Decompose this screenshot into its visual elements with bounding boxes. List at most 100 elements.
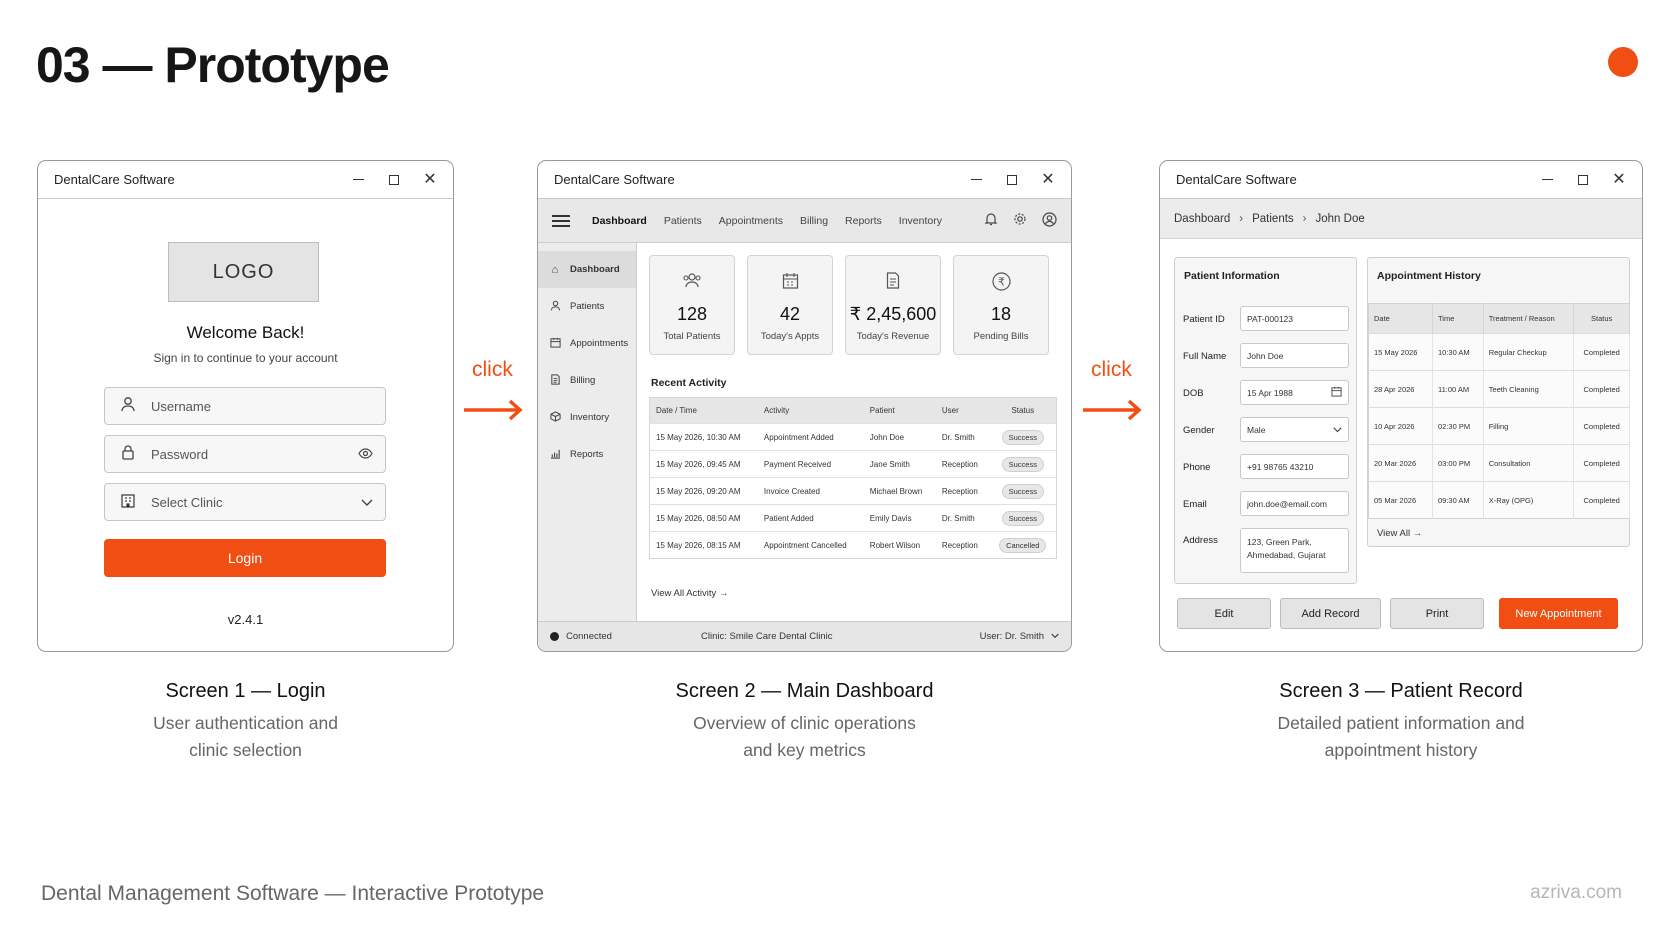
eye-icon[interactable] [358, 447, 373, 462]
email-field[interactable]: john.doe@email.com [1240, 491, 1349, 516]
metric-label: Total Patients [663, 331, 721, 342]
chevron-down-icon [361, 495, 373, 510]
metric-label: Pending Bills [973, 331, 1029, 342]
view-all-activity-link[interactable]: View All Activity → [651, 588, 728, 599]
svg-text:₹: ₹ [998, 276, 1005, 289]
cell-user: Reception [935, 450, 990, 478]
caption-line: User authentication and [153, 713, 338, 733]
full-name-field[interactable]: John Doe [1240, 343, 1349, 368]
table-row[interactable]: 10 Apr 2026 02:30 PM Filling Completed [1368, 407, 1630, 445]
close-icon[interactable]: ✕ [1041, 171, 1055, 187]
table-row[interactable]: 15 May 2026, 08:15 AM Appointment Cancel… [649, 531, 1057, 559]
chevron-right-icon: › [1302, 212, 1307, 225]
maximize-icon[interactable] [1576, 173, 1590, 187]
maximize-icon[interactable] [387, 173, 401, 187]
cell-patient: Jane Smith [863, 450, 936, 478]
table-row[interactable]: 05 Mar 2026 09:30 AM X-Ray (OPG) Complet… [1368, 481, 1630, 519]
metric-card[interactable]: ₹ 2,45,600 Today's Revenue [845, 255, 941, 355]
view-all-link[interactable]: View All → [1377, 528, 1422, 539]
table-row[interactable]: 15 May 2026, 08:50 AM Patient Added Emil… [649, 504, 1057, 532]
table-row[interactable]: 15 May 2026, 09:45 AM Payment Received J… [649, 450, 1057, 478]
gender-select[interactable]: Male [1240, 417, 1349, 442]
edit-button[interactable]: Edit [1177, 598, 1271, 629]
cell-status: Completed [1573, 370, 1630, 408]
table-row[interactable]: 15 May 2026 10:30 AM Regular Checkup Com… [1368, 333, 1630, 371]
username-input[interactable]: Username [104, 387, 386, 425]
arrow-right-icon: → [1412, 528, 1423, 539]
cell-activity: Invoice Created [757, 477, 864, 505]
metric-card[interactable]: 128 Total Patients [649, 255, 735, 355]
table-row[interactable]: 15 May 2026, 10:30 AM Appointment Added … [649, 423, 1057, 451]
print-button[interactable]: Print [1390, 598, 1484, 629]
clinic-select[interactable]: Select Clinic [104, 483, 386, 521]
menu-reports[interactable]: Reports [845, 215, 882, 227]
sidebar-item-patients[interactable]: Patients [538, 288, 636, 325]
hamburger-icon[interactable] [552, 212, 570, 230]
status-badge: Success [1001, 483, 1044, 499]
breadcrumb-patients[interactable]: Patients [1252, 213, 1294, 225]
sidebar-item-appointments[interactable]: Appointments [538, 325, 636, 362]
sidebar-item-billing[interactable]: Billing [538, 362, 636, 399]
login-button[interactable]: Login [104, 539, 386, 577]
connection-status: Connected [566, 631, 612, 642]
document-icon [846, 272, 940, 292]
cell-time: 09:30 AM [1432, 481, 1484, 519]
table-row[interactable]: 20 Mar 2026 03:00 PM Consultation Comple… [1368, 444, 1630, 482]
screen1-caption-title: Screen 1 — Login [165, 680, 326, 702]
clinic-placeholder: Select Clinic [151, 494, 223, 510]
box-icon [548, 410, 562, 425]
menu-appointments[interactable]: Appointments [719, 215, 783, 227]
close-icon[interactable]: ✕ [423, 171, 437, 187]
clinic-status: Clinic: Smile Care Dental Clinic [701, 631, 833, 642]
sidebar-item-reports[interactable]: Reports [538, 436, 636, 473]
minimize-icon[interactable] [351, 173, 365, 187]
cell-treatment: X-Ray (OPG) [1483, 481, 1575, 519]
breadcrumb: Dashboard › Patients › John Doe [1160, 199, 1642, 239]
sidebar-item-inventory[interactable]: Inventory [538, 399, 636, 436]
column-header: Activity [757, 397, 864, 424]
calendar-icon[interactable] [1331, 386, 1342, 399]
minimize-icon[interactable] [1540, 173, 1554, 187]
field-label: Full Name [1183, 351, 1227, 362]
add-record-button[interactable]: Add Record [1280, 598, 1381, 629]
activity-table: Date / Time Activity Patient User Status… [649, 397, 1057, 559]
status-badge: Success [1001, 510, 1044, 526]
metric-card[interactable]: 42 Today's Appts [747, 255, 833, 355]
maximize-icon[interactable] [1005, 173, 1019, 187]
menu-patients[interactable]: Patients [664, 215, 702, 227]
caption-line: and key metrics [743, 740, 866, 760]
column-header: Patient [863, 397, 936, 424]
sidebar-item-dashboard[interactable]: ⌂ Dashboard [538, 251, 636, 288]
cell-user: Dr. Smith [935, 423, 990, 451]
password-input[interactable]: Password [104, 435, 386, 473]
chevron-down-icon[interactable] [1051, 631, 1059, 642]
patient-id-field[interactable]: PAT-000123 [1240, 306, 1349, 331]
gear-icon[interactable] [1013, 212, 1027, 229]
menu-inventory[interactable]: Inventory [899, 215, 942, 227]
login-window: DentalCare Software ✕ LOGO Welcome Back!… [37, 160, 454, 652]
minimize-icon[interactable] [969, 173, 983, 187]
cell-date: 15 May 2026 [1368, 333, 1433, 371]
menu-dashboard[interactable]: Dashboard [592, 215, 647, 227]
user-status[interactable]: User: Dr. Smith [980, 631, 1044, 642]
profile-icon[interactable] [1042, 211, 1057, 230]
view-all-label: View All [1377, 528, 1411, 539]
cell-status: Cancelled [989, 531, 1057, 559]
menu-billing[interactable]: Billing [800, 215, 828, 227]
dob-field[interactable]: 15 Apr 1988 [1240, 380, 1349, 405]
metric-card[interactable]: ₹ 18 Pending Bills [953, 255, 1049, 355]
new-appointment-button[interactable]: New Appointment [1499, 598, 1618, 629]
patient-info-title: Patient Information [1184, 270, 1280, 282]
status-badge: Success [1001, 429, 1044, 445]
cell-status: Completed [1573, 333, 1630, 371]
phone-field[interactable]: +91 98765 43210 [1240, 454, 1349, 479]
table-row[interactable]: 28 Apr 2026 11:00 AM Teeth Cleaning Comp… [1368, 370, 1630, 408]
cell-datetime: 15 May 2026, 08:15 AM [649, 531, 758, 559]
close-icon[interactable]: ✕ [1612, 171, 1626, 187]
connection-indicator [550, 632, 559, 641]
breadcrumb-dashboard[interactable]: Dashboard [1174, 213, 1230, 225]
address-field[interactable]: 123, Green Park, Ahmedabad, Gujarat [1240, 528, 1349, 573]
table-row[interactable]: 15 May 2026, 09:20 AM Invoice Created Mi… [649, 477, 1057, 505]
cell-user: Reception [935, 531, 990, 559]
bell-icon[interactable] [984, 212, 998, 229]
